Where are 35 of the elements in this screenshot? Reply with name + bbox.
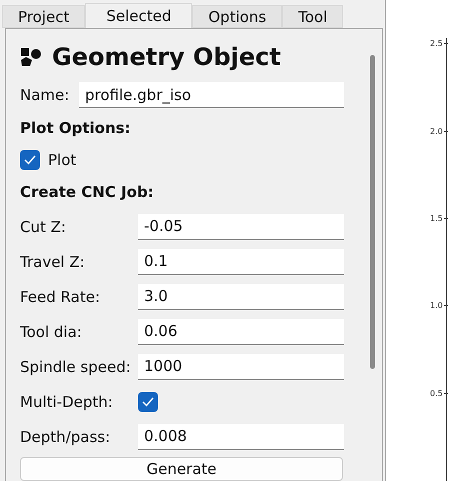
field-label: Depth/pass: [20, 428, 112, 446]
field-label: Multi-Depth: [20, 392, 114, 410]
generate-button[interactable]: Generate [20, 457, 343, 481]
input-field[interactable]: -0.05 [138, 214, 344, 240]
check-icon [24, 155, 36, 165]
input-field[interactable]: 3.0 [138, 284, 344, 310]
input-field[interactable]: 0.008 [138, 424, 344, 450]
field-label: Tool dia: [20, 322, 83, 340]
field-label: Cut Z: [20, 218, 67, 236]
field-label: Spindle speed: [20, 358, 132, 376]
section-heading: Create CNC Job: [20, 183, 154, 201]
tick-label: 2.0 [430, 126, 444, 136]
checkbox[interactable] [138, 392, 158, 412]
tick-label: 1.5 [430, 214, 444, 224]
check-icon [142, 396, 154, 406]
tick-label: 0.5 [430, 388, 444, 398]
field-label: Feed Rate: [20, 288, 102, 306]
field-label: Travel Z: [20, 252, 86, 270]
checkbox[interactable] [20, 150, 40, 170]
tab[interactable]: Selected [85, 3, 192, 28]
scrollbar-thumb[interactable] [370, 55, 374, 369]
input-field[interactable]: 0.1 [138, 248, 344, 274]
shapes-icon [20, 47, 42, 67]
name-field[interactable]: profile.gbr_iso [79, 82, 344, 108]
input-field[interactable]: 0.06 [138, 318, 344, 344]
tab[interactable]: Project [2, 5, 86, 28]
tab[interactable]: Tool [282, 5, 344, 28]
tab[interactable]: Options [192, 5, 282, 28]
field-label: Name: [20, 86, 70, 104]
panel-title: Geometry Object [52, 43, 281, 71]
tick-label: 2.5 [430, 39, 444, 48]
checkbox-label: Plot [48, 151, 76, 169]
tick-label: 1.0 [430, 301, 444, 310]
section-heading: Plot Options: [20, 119, 131, 137]
input-field[interactable]: 1000 [138, 354, 344, 380]
